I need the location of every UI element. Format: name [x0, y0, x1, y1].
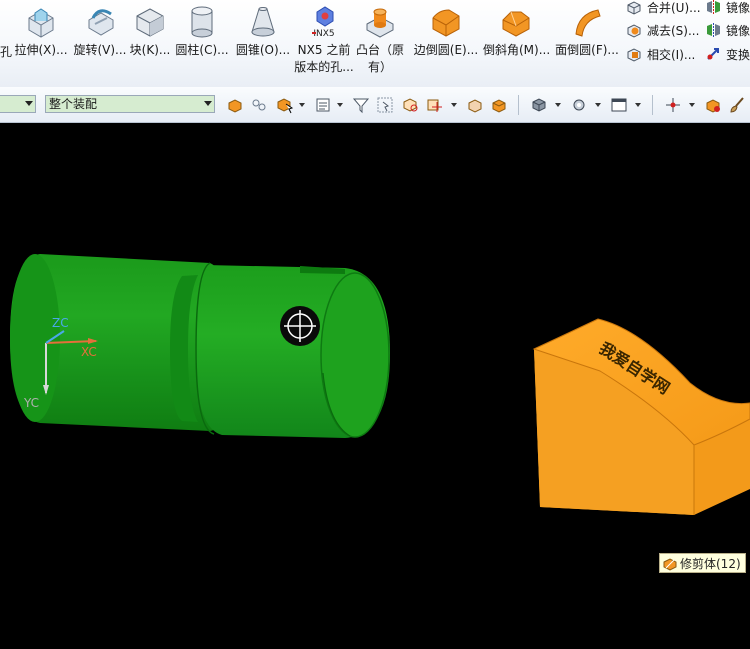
transform-icon	[707, 48, 719, 60]
show-body-icon[interactable]	[490, 96, 508, 114]
transform-button[interactable]: 变换	[705, 45, 750, 65]
chevron-down-icon[interactable]	[595, 103, 601, 107]
trim-body-tooltip: 修剪体(12)	[659, 553, 746, 573]
chevron-down-icon[interactable]	[555, 103, 561, 107]
tooltip-text: 修剪体(12)	[680, 557, 741, 571]
chevron-down-icon	[25, 101, 33, 106]
toolbar-divider	[652, 95, 653, 115]
zc-axis-label: ZC	[52, 316, 69, 330]
mirror-feature-icon	[707, 0, 720, 15]
intersect-icon	[627, 48, 641, 62]
mirror-feature-label: 镜像	[726, 1, 750, 15]
ribbon: 孔 ⠀ 拉伸(X)... 旋转(V)... 块(K)... 圆柱(C)... 圆…	[0, 0, 750, 88]
mirror-body-icon	[707, 23, 720, 38]
intersect-button[interactable]: 相交(I)...	[626, 45, 695, 65]
snap-points-icon[interactable]	[250, 96, 268, 114]
selection-toolbar: 整个装配	[0, 87, 750, 123]
model-canvas[interactable]: ZC XC YC 我爱自学网	[0, 123, 750, 649]
list-filter-icon[interactable]	[314, 96, 332, 114]
face-blend-button[interactable]: 面倒圆(F)...	[554, 2, 620, 84]
revolve-label: 旋转(V)...	[73, 43, 127, 57]
subtract-label: 减去(S)...	[647, 24, 700, 38]
chevron-down-icon[interactable]	[299, 103, 305, 107]
toolbar-divider	[518, 95, 519, 115]
chamfer-button[interactable]: 倒斜角(M)...	[483, 2, 551, 84]
edge-blend-icon	[432, 9, 460, 37]
layout-window-icon[interactable]	[610, 96, 628, 114]
shaft-solid-body[interactable]	[10, 254, 390, 438]
cone-button[interactable]: 圆锥(O)...	[234, 2, 292, 84]
hide-body-icon[interactable]	[466, 96, 484, 114]
wcs-icon[interactable]	[664, 96, 682, 114]
face-blend-label: 面倒圆(F)...	[555, 43, 619, 57]
unite-label: 合并(U)...	[647, 1, 701, 15]
boss-button[interactable]: 凸台（原 有）	[354, 2, 406, 84]
feature-select-icon[interactable]	[226, 96, 244, 114]
shaded-display-icon[interactable]	[530, 96, 548, 114]
nx5-hole-label: NX5 之前	[297, 43, 351, 57]
nx5-hole-label-2: 版本的孔...	[294, 60, 354, 74]
snap-solid-icon[interactable]	[402, 96, 420, 114]
mirror-body-button[interactable]: 镜像	[705, 21, 750, 41]
boss-label-2: 有）	[367, 60, 392, 74]
revolve-button[interactable]: 旋转(V)...	[72, 2, 128, 84]
extrude-icon	[28, 8, 54, 38]
yc-axis-label: YC	[23, 396, 39, 410]
cylinder-button[interactable]: 圆柱(C)...	[174, 2, 230, 84]
edge-blend-label: 边倒圆(E)...	[413, 43, 479, 57]
nx5-hole-icon: INX5	[312, 6, 335, 38]
trim-body-icon	[663, 558, 677, 571]
boss-label: 凸台（原	[355, 43, 404, 57]
block-label: 块(K)...	[129, 43, 171, 57]
funnel-icon[interactable]	[352, 96, 370, 114]
subtract-button[interactable]: 减去(S)...	[626, 21, 699, 41]
cylinder-label: 圆柱(C)...	[175, 43, 229, 57]
subtract-icon	[627, 24, 641, 38]
mirror-feature-button[interactable]: 镜像	[705, 0, 750, 18]
graphics-window[interactable]: ZC XC YC 我爱自学网 修剪体(12)	[0, 123, 750, 649]
edge-blend-button[interactable]: 边倒圆(E)...	[413, 2, 479, 84]
edit-object-display-icon[interactable]	[704, 96, 722, 114]
extrude-button[interactable]: 拉伸(X)...	[14, 2, 68, 84]
chevron-down-icon	[204, 101, 212, 106]
revolve-icon	[88, 9, 114, 36]
transform-label: 变换	[726, 48, 750, 62]
chevron-down-icon[interactable]	[689, 103, 695, 107]
selection-scope-value: 整个装配	[49, 97, 98, 111]
block-icon	[136, 8, 164, 37]
hole-button[interactable]: 孔 ⠀	[0, 2, 12, 84]
block-button[interactable]: 块(K)...	[129, 2, 171, 84]
paint-brush-icon[interactable]	[728, 96, 746, 114]
face-blend-icon	[575, 9, 601, 37]
chevron-down-icon[interactable]	[337, 103, 343, 107]
nx5-hole-button[interactable]: INX5 NX5 之前 版本的孔...	[293, 2, 355, 84]
trimmed-block-body[interactable]: 我爱自学网	[532, 318, 750, 515]
cone-icon	[251, 7, 275, 37]
cone-label: 圆锥(O)...	[235, 43, 291, 57]
selection-scope-dropdown[interactable]: 整个装配	[45, 95, 215, 113]
unite-button[interactable]: 合并(U)...	[626, 0, 701, 18]
chamfer-label: 倒斜角(M)...	[483, 43, 551, 57]
select-body-icon[interactable]	[276, 96, 294, 114]
intersect-label: 相交(I)...	[647, 48, 696, 62]
type-filter-dropdown[interactable]	[0, 95, 36, 113]
chevron-down-icon[interactable]	[451, 103, 457, 107]
chevron-down-icon[interactable]	[635, 103, 641, 107]
crosshair-cursor-icon	[280, 306, 320, 346]
unite-icon	[627, 1, 641, 15]
nx5-badge: INX5	[313, 29, 334, 38]
boss-icon	[366, 8, 394, 38]
xc-axis-label: XC	[81, 345, 97, 359]
chamfer-icon	[502, 11, 530, 37]
hole-label: 孔	[0, 45, 12, 59]
extrude-label: 拉伸(X)...	[14, 43, 68, 57]
mirror-body-label: 镜像	[726, 24, 750, 38]
point-snap-icon[interactable]	[426, 96, 444, 114]
box-select-icon[interactable]	[376, 96, 394, 114]
view-settings-icon[interactable]	[570, 96, 588, 114]
cylinder-icon	[191, 6, 213, 38]
